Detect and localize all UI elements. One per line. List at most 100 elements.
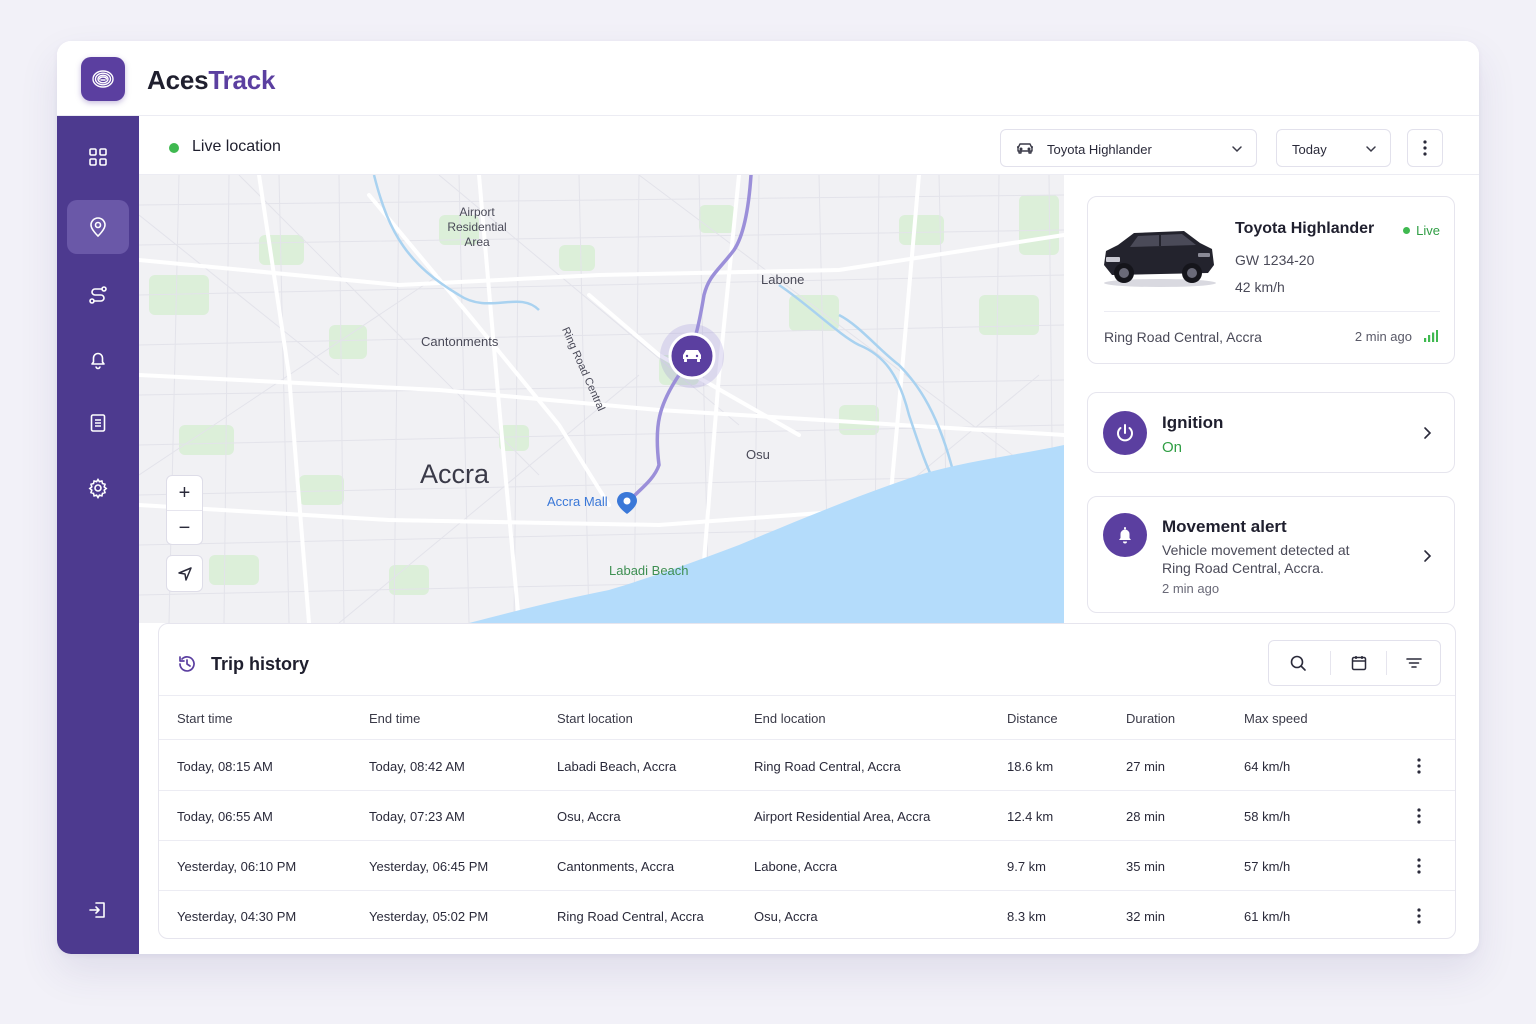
- chevron-right-icon: [1424, 550, 1432, 562]
- cell-max-speed: 58 km/h: [1244, 809, 1291, 824]
- table-row[interactable]: Today, 06:55 AM Today, 07:23 AM Osu, Acc…: [159, 791, 1455, 841]
- table-row[interactable]: Yesterday, 04:30 PM Yesterday, 05:02 PM …: [159, 891, 1455, 941]
- table-header: Start time End time Start location End l…: [159, 696, 1455, 740]
- movement-alert-card[interactable]: Movement alert Vehicle movement detected…: [1087, 496, 1455, 613]
- row-more-button[interactable]: [1409, 905, 1429, 927]
- car-icon: [1017, 143, 1033, 154]
- column-header: Max speed: [1244, 711, 1308, 726]
- cell-duration: 28 min: [1126, 809, 1166, 824]
- trip-history-title: Trip history: [211, 654, 310, 674]
- brand-name: AcesTrack: [147, 65, 276, 96]
- cell-distance: 9.7 km: [1007, 859, 1047, 874]
- date-select-value: Today: [1292, 142, 1327, 157]
- trip-toolbar: [1268, 640, 1441, 686]
- search-button[interactable]: [1269, 641, 1326, 685]
- cell-distance: 12.4 km: [1007, 809, 1054, 824]
- sidebar-item-routes[interactable]: [67, 268, 129, 322]
- filter-icon: [1405, 658, 1422, 668]
- alert-description: Vehicle movement detected at Ring Road C…: [1162, 542, 1350, 576]
- cell-distance: 8.3 km: [1007, 909, 1047, 924]
- column-header: End time: [369, 711, 421, 726]
- map-view[interactable]: Airport Residential Area Labone Cantonme…: [139, 175, 1064, 623]
- column-header: End location: [754, 711, 826, 726]
- vehicle-name: Toyota Highlander: [1235, 220, 1375, 237]
- cell-start-location: Labadi Beach, Accra: [557, 759, 677, 774]
- map-label-cantonments: Cantonments: [421, 334, 499, 349]
- cell-duration: 35 min: [1126, 859, 1166, 874]
- table-row[interactable]: Yesterday, 06:10 PM Yesterday, 06:45 PM …: [159, 841, 1455, 891]
- trip-history-panel: Trip history Start time End time Start l…: [158, 623, 1456, 939]
- sidebar-item-logout[interactable]: [67, 883, 129, 937]
- column-header: Start location: [557, 711, 633, 726]
- sidebar-item-reports[interactable]: [67, 396, 129, 450]
- locate-button[interactable]: [166, 555, 203, 592]
- zoom-out-button[interactable]: −: [167, 511, 202, 545]
- cell-start-location: Osu, Accra: [557, 809, 621, 824]
- ignition-title: Ignition: [1162, 413, 1224, 432]
- location-pin-icon: [90, 217, 106, 238]
- vehicle-speed: 42 km/h: [1235, 279, 1285, 295]
- row-more-button[interactable]: [1409, 855, 1429, 877]
- calendar-icon: [1351, 656, 1366, 671]
- vehicle-card[interactable]: Toyota Highlander Live GW 1234-20 42 km/…: [1087, 196, 1455, 364]
- brand-part-2: Track: [208, 65, 276, 95]
- cell-start-time: Yesterday, 04:30 PM: [177, 909, 297, 924]
- subheader: Live location Toyota Highlander Today: [139, 116, 1479, 175]
- vehicle-select[interactable]: Toyota Highlander: [1000, 129, 1257, 167]
- more-vertical-icon: [1417, 808, 1421, 824]
- fingerprint-icon[interactable]: [81, 57, 125, 101]
- sidebar: [57, 116, 139, 954]
- calendar-button[interactable]: [1330, 641, 1387, 685]
- map-label-airport: Airport Residential Area: [439, 205, 515, 250]
- search-icon: [1290, 655, 1306, 671]
- sidebar-item-settings[interactable]: [67, 461, 129, 515]
- cell-duration: 27 min: [1126, 759, 1166, 774]
- bell-icon: [91, 352, 105, 370]
- more-vertical-icon: [1417, 758, 1421, 774]
- ignition-state: On: [1162, 439, 1183, 456]
- alert-time: 2 min ago: [1162, 581, 1220, 596]
- cell-start-time: Today, 06:55 AM: [177, 809, 273, 824]
- vehicle-updated: 2 min ago: [1354, 329, 1412, 344]
- ignition-card[interactable]: Ignition On: [1087, 392, 1455, 473]
- more-vertical-icon: [1417, 908, 1421, 924]
- history-icon: [179, 656, 195, 672]
- column-header: Distance: [1007, 711, 1058, 726]
- sidebar-item-dashboard[interactable]: [67, 130, 129, 184]
- filter-button[interactable]: [1385, 641, 1442, 685]
- vehicle-location: Ring Road Central, Accra: [1104, 329, 1262, 345]
- sidebar-item-alerts[interactable]: [67, 332, 129, 386]
- logout-icon: [89, 902, 105, 918]
- signal-strength-icon: [1424, 330, 1438, 342]
- navigation-arrow-icon: [177, 566, 192, 581]
- row-more-button[interactable]: [1409, 755, 1429, 777]
- cell-end-location: Osu, Accra: [754, 909, 818, 924]
- grid-icon: [89, 148, 107, 166]
- map-label-labone: Labone: [761, 272, 805, 287]
- chevron-down-icon: [1232, 146, 1242, 153]
- sidebar-item-live-location[interactable]: [67, 200, 129, 254]
- cell-distance: 18.6 km: [1007, 759, 1054, 774]
- row-more-button[interactable]: [1409, 805, 1429, 827]
- trip-history-header: Trip history: [159, 624, 1455, 696]
- cell-end-location: Labone, Accra: [754, 859, 838, 874]
- power-icon: [1103, 411, 1147, 455]
- table-row[interactable]: Today, 08:15 AM Today, 08:42 AM Labadi B…: [159, 741, 1455, 791]
- column-header: Start time: [177, 711, 233, 726]
- cell-end-time: Yesterday, 05:02 PM: [369, 909, 489, 924]
- more-options-button[interactable]: [1407, 129, 1443, 167]
- cell-max-speed: 64 km/h: [1244, 759, 1291, 774]
- more-vertical-icon: [1417, 858, 1421, 874]
- live-indicator-dot: [169, 143, 179, 153]
- zoom-in-button[interactable]: +: [167, 476, 202, 510]
- cell-end-time: Today, 08:42 AM: [369, 759, 465, 774]
- map-label-airport-text: Airport Residential Area: [447, 205, 507, 249]
- date-select[interactable]: Today: [1276, 129, 1391, 167]
- cell-end-location: Airport Residential Area, Accra: [754, 809, 931, 824]
- bell-icon: [1103, 513, 1147, 557]
- cell-start-location: Cantonments, Accra: [557, 859, 675, 874]
- cell-max-speed: 61 km/h: [1244, 909, 1291, 924]
- map-label-accra: Accra: [420, 459, 490, 489]
- brand-part-1: Aces: [147, 65, 209, 95]
- cell-end-time: Yesterday, 06:45 PM: [369, 859, 489, 874]
